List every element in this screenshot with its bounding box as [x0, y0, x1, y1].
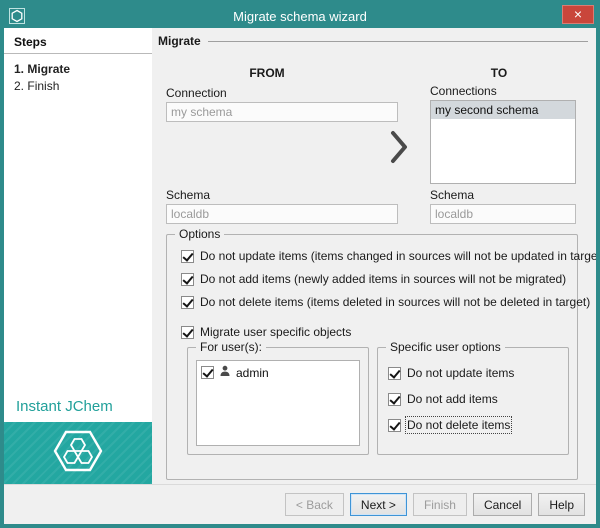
from-schema-field[interactable]: localdb — [166, 204, 398, 224]
help-button[interactable]: Help — [538, 493, 585, 516]
connections-list[interactable]: my second schema — [430, 100, 576, 184]
options-group-title: Options — [175, 227, 224, 241]
header-rule — [208, 41, 588, 42]
connections-list-item[interactable]: my second schema — [431, 101, 575, 119]
to-schema-label: Schema — [430, 188, 474, 202]
sidebar-step-migrate: 1. Migrate — [14, 62, 70, 76]
finish-button[interactable]: Finish — [413, 493, 467, 516]
checkbox-icon[interactable] — [201, 366, 214, 379]
to-schema-field[interactable]: localdb — [430, 204, 576, 224]
page-title: Migrate — [158, 34, 588, 48]
checkbox-do-not-update-items[interactable]: Do not update items (items changed in so… — [181, 249, 600, 263]
connections-label: Connections — [430, 84, 497, 98]
user-name: admin — [236, 366, 269, 380]
hexagon-logo-icon — [53, 428, 103, 479]
options-group: Options Do not update items (items chang… — [166, 234, 578, 480]
specific-user-options-group: Specific user options Do not update item… — [377, 347, 569, 455]
titlebar: Migrate schema wizard × — [4, 4, 596, 28]
users-list[interactable]: admin — [196, 360, 360, 446]
app-icon — [9, 8, 25, 24]
user-list-item-admin[interactable]: admin — [197, 361, 359, 384]
specific-user-options-title: Specific user options — [386, 340, 505, 354]
checkbox-do-not-add-items[interactable]: Do not add items (newly added items in s… — [181, 272, 566, 286]
checkbox-icon — [388, 419, 401, 432]
checkbox-specific-do-not-add-items[interactable]: Do not add items — [388, 392, 498, 406]
wizard-button-bar: < Back Next > Finish Cancel Help — [4, 484, 596, 524]
for-users-group: For user(s): admin — [187, 347, 369, 455]
migrate-schema-wizard-window: Migrate schema wizard × Steps 1. Migrate… — [0, 0, 600, 528]
connection-label: Connection — [166, 86, 227, 100]
steps-header: Steps — [14, 35, 47, 49]
checkbox-specific-do-not-update-items[interactable]: Do not update items — [388, 366, 514, 380]
window-title: Migrate schema wizard — [233, 9, 367, 24]
connection-field[interactable]: my schema — [166, 102, 398, 122]
user-icon — [219, 365, 231, 380]
checkbox-do-not-delete-items[interactable]: Do not delete items (items deleted in so… — [181, 295, 590, 309]
sidebar-step-finish: 2. Finish — [14, 79, 59, 93]
brand-name: Instant JChem — [16, 398, 113, 415]
from-to-arrow-icon — [390, 130, 408, 164]
checkbox-specific-do-not-delete-items[interactable]: Do not delete items — [388, 418, 510, 432]
brand-logo-panel — [4, 422, 152, 484]
back-button[interactable]: < Back — [285, 493, 344, 516]
checkbox-icon — [181, 250, 194, 263]
checkbox-icon — [181, 273, 194, 286]
steps-separator — [4, 53, 152, 54]
next-button[interactable]: Next > — [350, 493, 407, 516]
from-schema-label: Schema — [166, 188, 210, 202]
close-icon[interactable]: × — [562, 5, 594, 24]
steps-sidebar: Steps 1. Migrate 2. Finish Instant JChem — [4, 28, 152, 484]
for-users-group-title: For user(s): — [196, 340, 266, 354]
checkbox-icon — [388, 393, 401, 406]
from-column-header: FROM — [162, 66, 372, 80]
wizard-content: Migrate FROM TO Connection my schema Con… — [152, 28, 596, 484]
checkbox-migrate-user-specific-objects[interactable]: Migrate user specific objects — [181, 325, 351, 339]
to-column-header: TO — [424, 66, 574, 80]
checkbox-icon — [181, 326, 194, 339]
cancel-button[interactable]: Cancel — [473, 493, 532, 516]
checkbox-icon — [181, 296, 194, 309]
checkbox-icon — [388, 367, 401, 380]
